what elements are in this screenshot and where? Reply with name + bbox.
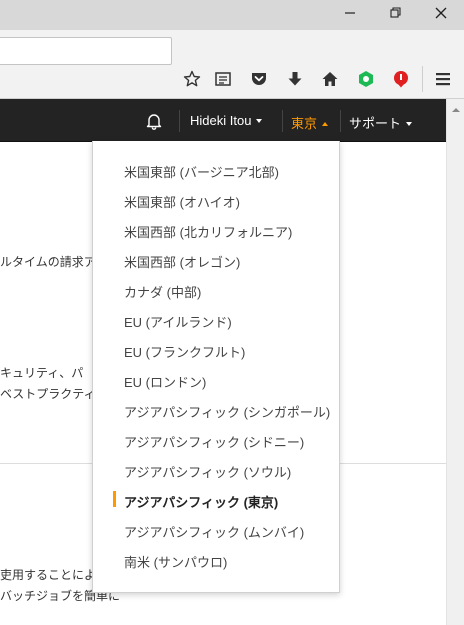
pocket-icon[interactable] [248,68,270,90]
selected-indicator [113,491,116,507]
star-icon[interactable] [181,68,203,90]
minimize-icon[interactable] [336,3,364,25]
scroll-up-icon[interactable] [447,103,464,117]
page-text: キュリティ、パ [0,366,84,380]
nav-separator [179,110,180,132]
address-bar[interactable] [0,37,172,65]
region-option[interactable]: アジアパシフィック (ムンバイ) [124,522,304,541]
region-option[interactable]: EU (ロンドン) [124,372,206,391]
region-dropdown: 米国東部 (バージニア北部) 米国東部 (オハイオ) 米国西部 (北カリフォルニ… [92,141,340,593]
support-label: サポート [349,116,402,131]
region-label: 東京 [291,116,318,131]
chevron-up-icon [322,122,329,126]
region-option[interactable]: アジアパシフィック (シンガポール) [124,402,330,421]
region-option[interactable]: 南米 (サンパウロ) [124,552,227,571]
user-menu[interactable]: Hideki Itou [190,113,263,128]
region-option[interactable]: アジアパシフィック (ソウル) [124,462,291,481]
page-scrollbar[interactable] [446,99,464,625]
user-name: Hideki Itou [190,113,252,128]
region-option-selected[interactable]: アジアパシフィック (東京) [124,492,278,511]
toolbar-separator [422,66,423,92]
nav-separator [340,110,341,132]
chevron-down-icon [406,122,413,126]
nav-separator [282,110,283,132]
download-icon[interactable] [284,68,306,90]
home-icon[interactable] [319,68,341,90]
close-icon[interactable] [427,3,455,25]
browser-title-bar [0,0,464,30]
region-option[interactable]: EU (アイルランド) [124,312,232,331]
region-option[interactable]: 米国西部 (オレゴン) [124,252,240,271]
restore-icon[interactable] [382,3,410,25]
region-option[interactable]: 米国東部 (オハイオ) [124,192,240,211]
region-option[interactable]: 米国西部 (北カリフォルニア) [124,222,292,241]
bell-icon[interactable] [143,110,165,132]
support-menu[interactable]: サポート [349,113,413,132]
region-menu[interactable]: 東京 [291,113,329,132]
menu-icon[interactable] [432,68,454,90]
reader-icon[interactable] [212,68,234,90]
extension-red-icon[interactable] [390,68,412,90]
region-option[interactable]: 米国東部 (バージニア北部) [124,162,279,181]
region-option[interactable]: アジアパシフィック (シドニー) [124,432,304,451]
chevron-down-icon [256,119,263,123]
region-option[interactable]: カナダ (中部) [124,282,201,301]
extension-green-icon[interactable] [355,68,377,90]
region-option[interactable]: EU (フランクフルト) [124,342,245,361]
page-text: ルタイムの請求ア [0,255,96,269]
